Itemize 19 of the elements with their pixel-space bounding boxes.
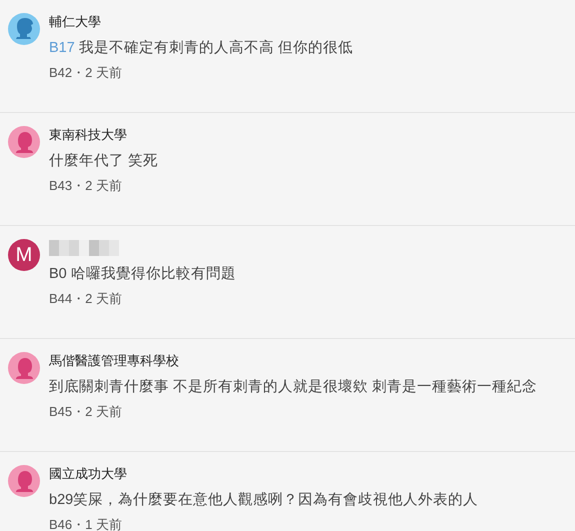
comment-text: 什麼年代了 笑死 [49, 152, 158, 171]
comment-meta: B42・2 天前 [49, 65, 123, 81]
author-name[interactable]: 輔仁大學 [49, 13, 353, 31]
person-avatar-icon[interactable] [8, 126, 40, 158]
comment-meta: B45・2 天前 [49, 404, 123, 420]
author-name[interactable]: 東南科技大學 [49, 126, 158, 144]
comment-text: 到底關刺青什麼事 不是所有刺青的人就是很壞欸 刺青是一種藝術一種紀念 [49, 378, 538, 397]
comment-text: b29笑屎，為什麼要在意他人觀感咧？因為有會歧視他人外表的人 [49, 491, 478, 510]
comment-text: B17 我是不確定有刺青的人高不高 但你的很低 [49, 38, 353, 58]
comment-text: B0 哈囉我覺得你比較有問題 [49, 265, 236, 284]
comment-meta: B44・2 天前 [49, 291, 123, 307]
author-name[interactable]: 馬偕醫護管理專科學校 [49, 352, 538, 370]
person-avatar-icon[interactable] [8, 465, 40, 497]
avatar-letter[interactable]: M [8, 239, 40, 271]
person-avatar-icon[interactable] [8, 13, 40, 45]
comment-meta: B43・2 天前 [49, 178, 123, 194]
author-name[interactable]: 國立成功大學 [49, 465, 478, 483]
comment-meta: B46・1 天前 [49, 517, 123, 531]
person-avatar-icon[interactable] [8, 352, 40, 384]
